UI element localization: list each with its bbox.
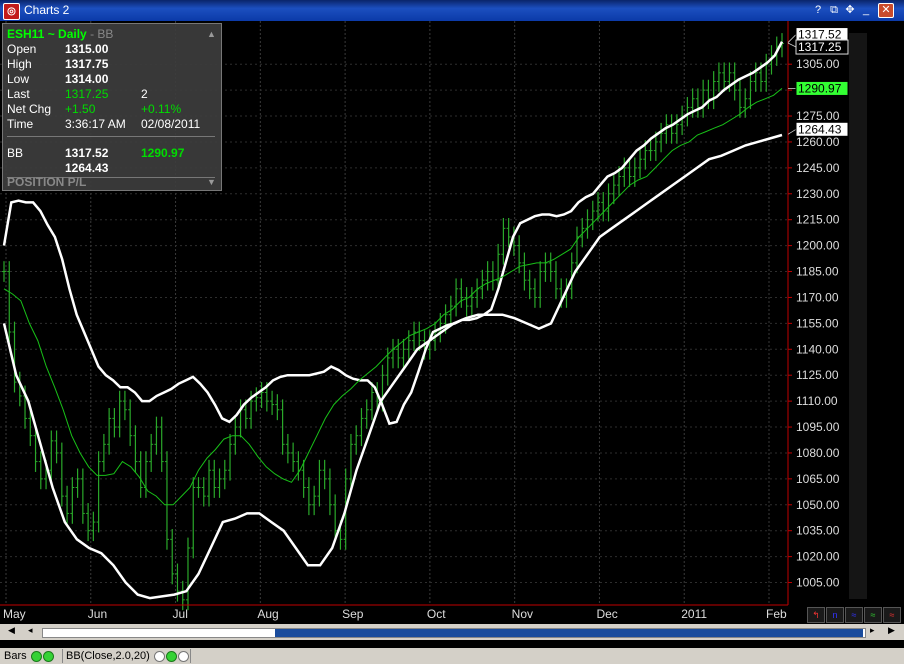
y-tick-label: 1035.00 bbox=[796, 524, 840, 538]
x-tick-label: Sep bbox=[342, 607, 364, 621]
wave-icon[interactable]: ≈ bbox=[883, 607, 901, 623]
move-icon[interactable]: ✥ bbox=[842, 3, 858, 18]
netchg-label: Net Chg bbox=[7, 102, 52, 116]
scroll-track[interactable] bbox=[42, 628, 866, 638]
scroll-left-icon[interactable]: ◂ bbox=[28, 625, 33, 636]
close-icon[interactable]: ✕ bbox=[878, 3, 894, 18]
y-tick-label: 1245.00 bbox=[796, 161, 840, 175]
scroll-first-icon[interactable]: ◀ bbox=[8, 625, 15, 636]
chart-app-icon[interactable]: ◎ bbox=[3, 3, 20, 20]
date-value: 02/08/2011 bbox=[141, 117, 201, 131]
bars-status[interactable]: Bars bbox=[0, 649, 63, 663]
status-dot-icon bbox=[177, 650, 189, 662]
bb-mid-value: 1290.97 bbox=[141, 146, 185, 160]
x-tick-label: Dec bbox=[596, 607, 617, 621]
y-tick-label: 1125.00 bbox=[796, 368, 839, 382]
last-size: 2 bbox=[141, 87, 148, 101]
y-tick-label: 1110.00 bbox=[796, 394, 838, 408]
study-status[interactable]: BB(Close,2.0,20) bbox=[62, 649, 191, 663]
x-tick-label: May bbox=[3, 607, 26, 621]
low-label: Low bbox=[7, 72, 30, 86]
bb-lower-value: 1264.43 bbox=[65, 161, 109, 175]
x-tick-label: Jun bbox=[88, 607, 107, 621]
symbol-label[interactable]: ESH11 ~ Daily bbox=[7, 27, 87, 41]
lower-band-flag: 1264.43 bbox=[798, 122, 842, 136]
x-tick-label: Nov bbox=[512, 607, 533, 621]
x-tick-label: 2011 bbox=[681, 607, 707, 621]
open-label: Open bbox=[7, 42, 37, 56]
zoom-icon[interactable]: ≈ bbox=[845, 607, 863, 623]
time-label: Time bbox=[7, 117, 34, 131]
high-value: 1317.75 bbox=[65, 57, 109, 71]
open-value: 1315.00 bbox=[65, 42, 109, 56]
divider bbox=[7, 136, 215, 137]
status-dot-icon bbox=[153, 650, 165, 662]
scale-strip bbox=[849, 33, 867, 599]
y-tick-label: 1095.00 bbox=[796, 420, 840, 434]
position-pl-label: POSITION P/L bbox=[7, 175, 87, 189]
text-icon[interactable]: n bbox=[826, 607, 844, 623]
last-value: 1317.25 bbox=[65, 87, 109, 101]
bb-upper-value: 1317.52 bbox=[65, 146, 109, 160]
separator: - bbox=[90, 27, 95, 41]
y-tick-label: 1275.00 bbox=[796, 109, 840, 123]
y-tick-label: 1200.00 bbox=[796, 239, 840, 253]
y-tick-label: 1140.00 bbox=[796, 342, 839, 356]
y-tick-label: 1305.00 bbox=[796, 57, 840, 71]
low-value: 1314.00 bbox=[65, 72, 109, 86]
horizontal-scrollbar[interactable]: ◀ ◂ ▸ ▶ bbox=[0, 624, 904, 640]
help-icon[interactable]: ? bbox=[810, 3, 826, 18]
y-tick-label: 1170.00 bbox=[796, 290, 839, 304]
title-bar: ◎ Charts 2 ? ⧉ ✥ _ ✕ bbox=[0, 0, 904, 21]
bars-label: Bars bbox=[4, 650, 27, 662]
y-tick-label: 1080.00 bbox=[796, 446, 840, 460]
time-value: 3:36:17 AM bbox=[65, 117, 126, 131]
status-dot-icon bbox=[30, 650, 42, 662]
y-tick-label: 1005.00 bbox=[796, 576, 840, 590]
scroll-last-icon[interactable]: ▶ bbox=[888, 625, 895, 636]
last-price-flag: 1317.25 bbox=[798, 40, 842, 54]
trendline-icon[interactable]: ↰ bbox=[807, 607, 825, 623]
study-label: BB bbox=[97, 27, 114, 41]
status-dot-icon bbox=[165, 650, 177, 662]
y-tick-label: 1020.00 bbox=[796, 550, 840, 564]
scroll-down-icon[interactable]: ▼ bbox=[207, 175, 216, 189]
scroll-up-icon[interactable]: ▲ bbox=[207, 27, 216, 41]
high-label: High bbox=[7, 57, 32, 71]
y-tick-label: 1215.00 bbox=[796, 213, 840, 227]
netchg-pct: +0.11% bbox=[141, 102, 182, 116]
scroll-right-icon[interactable]: ▸ bbox=[870, 625, 875, 636]
y-tick-label: 1155.00 bbox=[796, 316, 839, 330]
y-tick-label: 1260.00 bbox=[796, 135, 840, 149]
x-tick-label: Aug bbox=[257, 607, 278, 621]
middle-band-flag: 1290.97 bbox=[798, 81, 842, 95]
restore-icon[interactable]: ⧉ bbox=[826, 3, 842, 18]
bb-label: BB bbox=[7, 146, 24, 160]
x-tick-label: Oct bbox=[427, 607, 446, 621]
status-dot-icon bbox=[42, 650, 54, 662]
netchg-value: +1.50 bbox=[65, 102, 96, 116]
y-tick-label: 1050.00 bbox=[796, 498, 840, 512]
x-tick-label: Jul bbox=[173, 607, 188, 621]
last-label: Last bbox=[7, 87, 30, 101]
cycle-icon[interactable]: ≈ bbox=[864, 607, 882, 623]
window-title: Charts 2 bbox=[24, 3, 70, 17]
y-tick-label: 1230.00 bbox=[796, 187, 840, 201]
status-bar: Bars BB(Close,2.0,20) bbox=[0, 648, 904, 664]
data-window: ESH11 ~ Daily - BB ▲ Open 1315.00 High 1… bbox=[2, 23, 222, 191]
scroll-thumb[interactable] bbox=[275, 629, 863, 637]
minimize-icon[interactable]: _ bbox=[858, 3, 874, 18]
x-tick-label: Feb bbox=[766, 607, 787, 621]
y-tick-label: 1065.00 bbox=[796, 472, 840, 486]
y-tick-label: 1185.00 bbox=[796, 265, 839, 279]
study-status-label: BB(Close,2.0,20) bbox=[66, 650, 150, 662]
